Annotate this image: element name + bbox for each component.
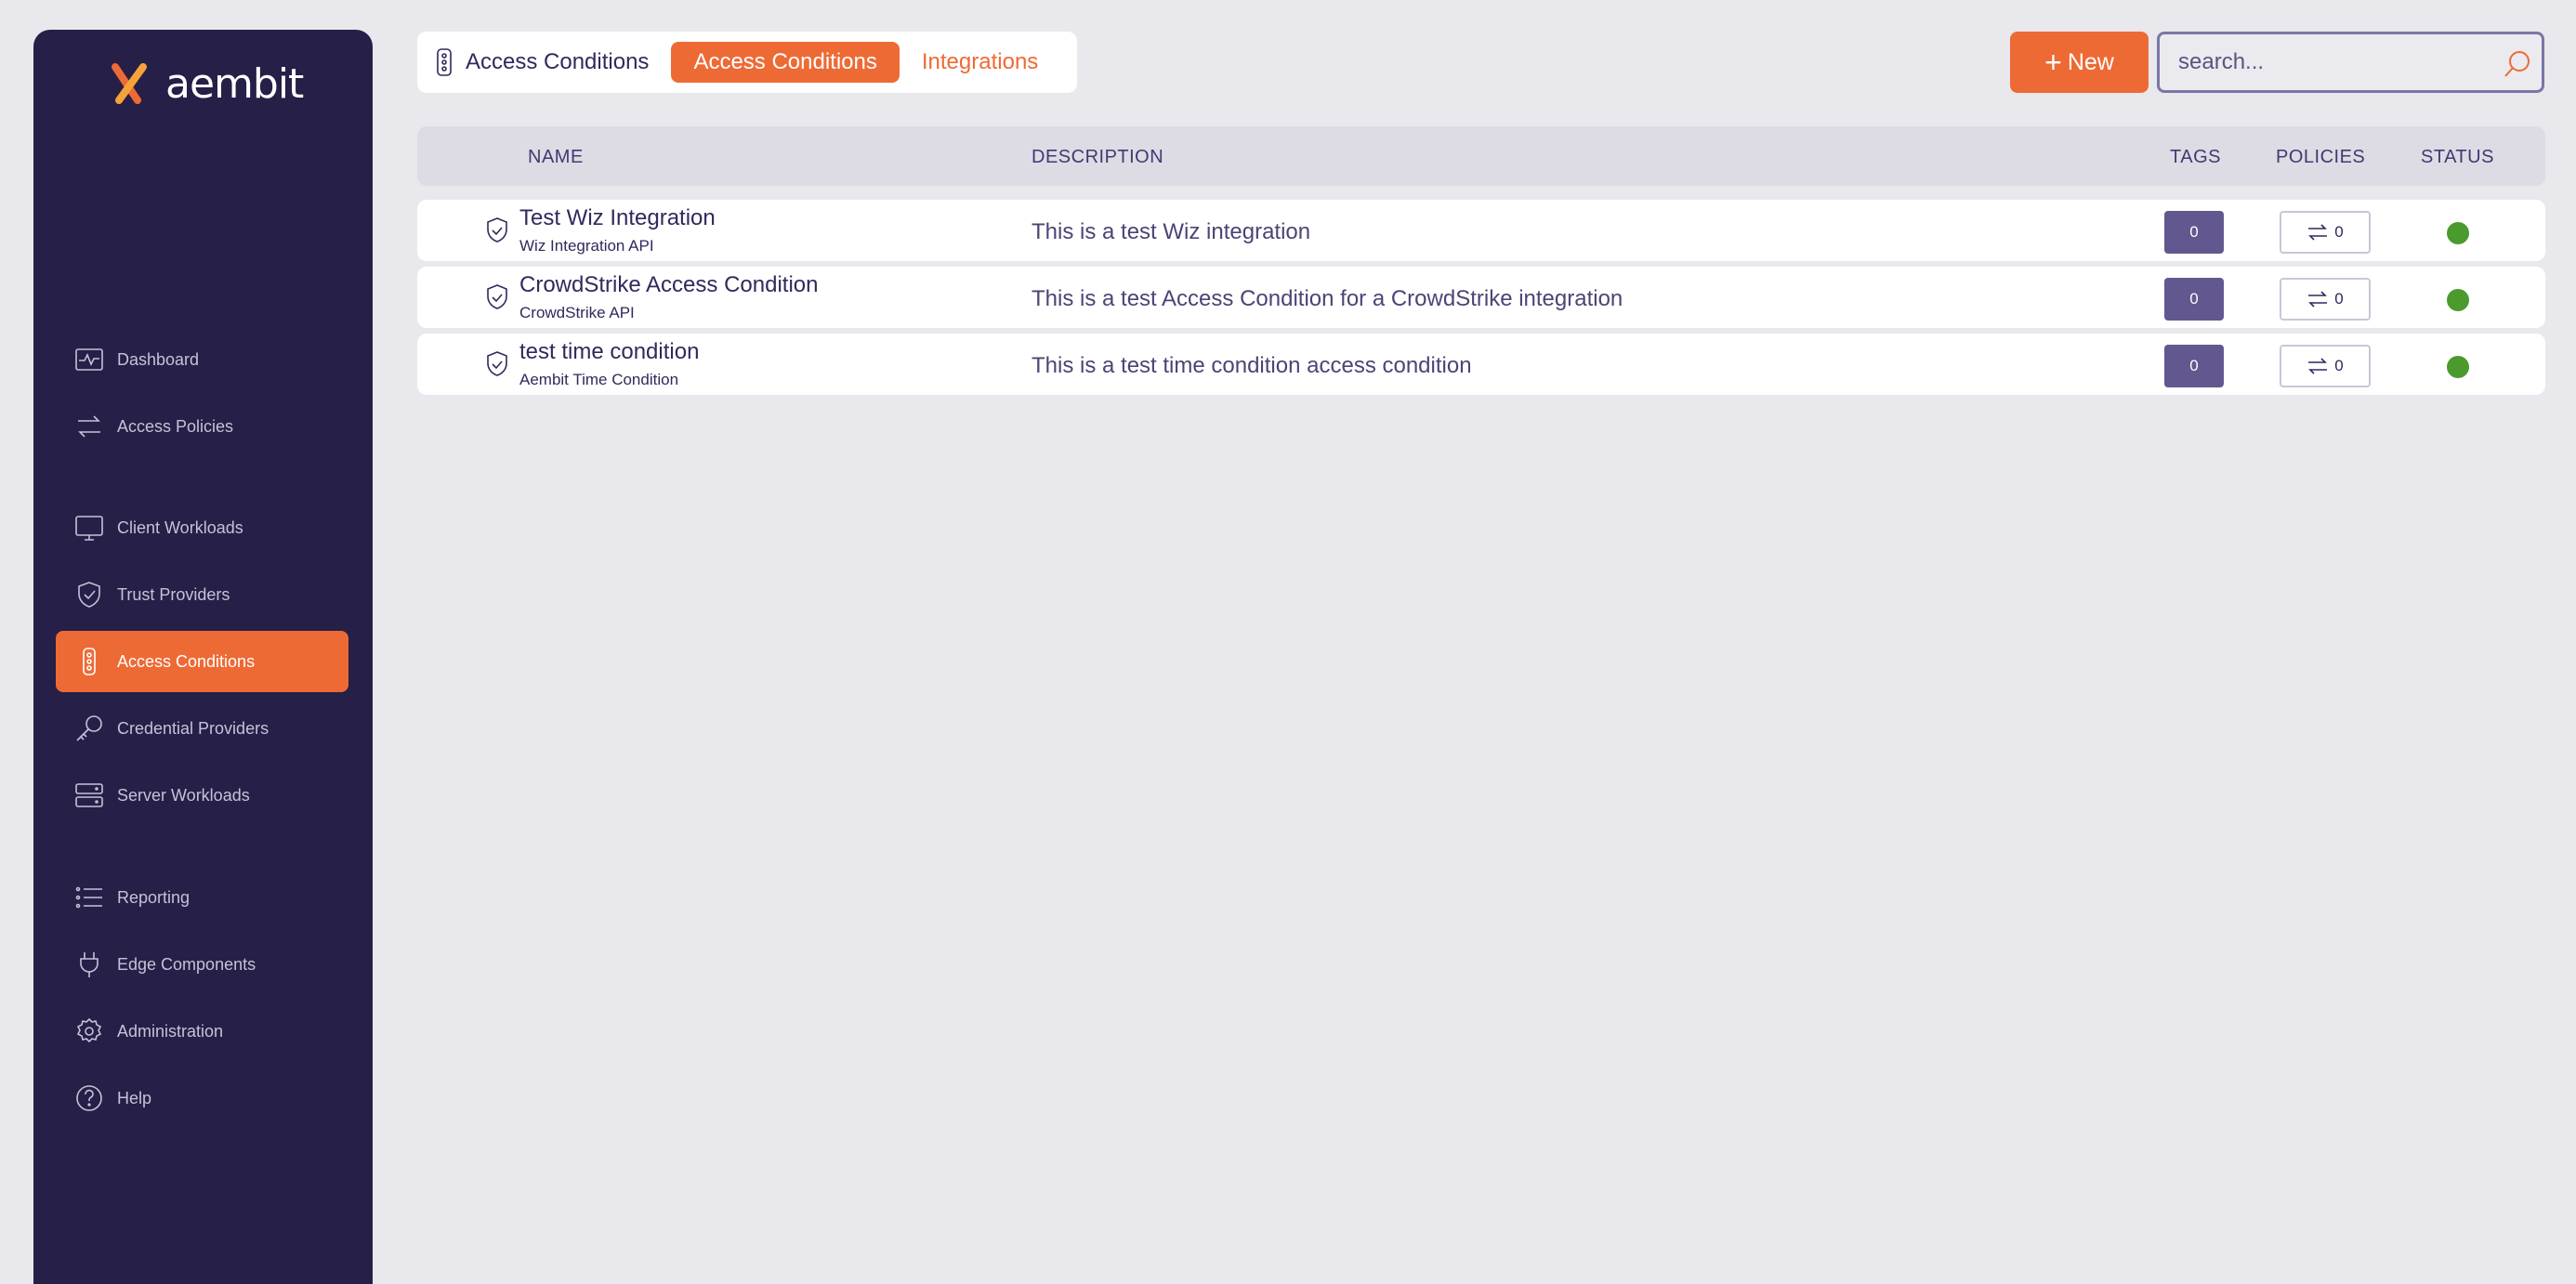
tags-count-button[interactable]: 0 (2164, 211, 2224, 254)
row-name: test time condition (519, 339, 700, 364)
arrows-swap-icon (2308, 291, 2328, 308)
column-header-description[interactable]: DESCRIPTION (1032, 147, 1163, 168)
sidebar-item-client-workloads[interactable]: Client Workloads (56, 497, 348, 558)
sidebar: aembit Dashboard Access Policies Client … (33, 30, 373, 1284)
list-icon (74, 883, 104, 912)
row-description: This is a test Wiz integration (1032, 219, 1311, 244)
row-subtitle: CrowdStrike API (519, 304, 635, 321)
status-indicator (2447, 289, 2469, 311)
tags-count-button[interactable]: 0 (2164, 345, 2224, 387)
policies-count: 0 (2334, 357, 2344, 374)
sidebar-item-label: Trust Providers (117, 584, 230, 604)
sidebar-item-dashboard[interactable]: Dashboard (56, 329, 348, 390)
plug-icon (74, 950, 104, 979)
tags-count-button[interactable]: 0 (2164, 278, 2224, 321)
shield-check-icon (74, 580, 104, 609)
sidebar-item-label: Server Workloads (117, 785, 250, 805)
sidebar-item-trust-providers[interactable]: Trust Providers (56, 564, 348, 625)
arrows-swap-icon (2308, 358, 2328, 374)
pulse-icon (74, 345, 104, 374)
sidebar-item-access-conditions[interactable]: Access Conditions (56, 631, 348, 692)
shield-check-icon (487, 351, 507, 376)
sidebar-item-help[interactable]: Help (56, 1068, 348, 1129)
page-title: Access Conditions (432, 47, 649, 77)
aembit-logo-mark-icon (112, 63, 147, 104)
policies-count-button[interactable]: 0 (2280, 211, 2371, 254)
policies-count: 0 (2334, 223, 2344, 241)
row-description: This is a test Access Condition for a Cr… (1032, 286, 1623, 311)
shield-check-icon (487, 284, 507, 309)
page-title-label: Access Conditions (466, 49, 650, 74)
monitor-icon (74, 513, 104, 543)
sidebar-item-edge-components[interactable]: Edge Components (56, 934, 348, 995)
sidebar-item-label: Reporting (117, 887, 191, 907)
sidebar-item-label: Credential Providers (117, 718, 269, 738)
sidebar-item-label: Access Conditions (117, 651, 256, 671)
table-header: NAME DESCRIPTION TAGS POLICIES STATUS (417, 126, 2545, 186)
table-row[interactable]: test time condition Aembit Time Conditio… (417, 334, 2545, 395)
traffic-light-icon (74, 647, 104, 676)
row-name: CrowdStrike Access Condition (519, 272, 819, 297)
sidebar-item-server-workloads[interactable]: Server Workloads (56, 765, 348, 826)
page-tabbar: Access Conditions Access Conditions Inte… (417, 32, 1077, 93)
arrows-swap-icon (2308, 224, 2328, 241)
gear-icon (74, 1016, 104, 1046)
row-subtitle: Aembit Time Condition (519, 371, 679, 388)
policies-count: 0 (2334, 290, 2344, 308)
sidebar-item-label: Administration (117, 1021, 224, 1041)
plus-icon: + (2044, 46, 2062, 79)
policies-count-button[interactable]: 0 (2280, 278, 2371, 321)
column-header-name[interactable]: NAME (528, 147, 584, 168)
server-icon (74, 780, 104, 810)
sidebar-item-label: Access Policies (117, 416, 234, 436)
tab-access-conditions[interactable]: Access Conditions (671, 42, 900, 83)
sidebar-item-credential-providers[interactable]: Credential Providers (56, 698, 348, 759)
row-name: Test Wiz Integration (519, 205, 716, 230)
sidebar-item-reporting[interactable]: Reporting (56, 867, 348, 928)
logo-text: aembit (165, 59, 304, 108)
search-icon[interactable] (2503, 49, 2532, 79)
table-row[interactable]: CrowdStrike Access Condition CrowdStrike… (417, 267, 2545, 328)
sidebar-item-label: Dashboard (117, 349, 200, 369)
sidebar-item-label: Help (117, 1088, 152, 1107)
sidebar-item-label: Client Workloads (117, 518, 243, 537)
key-icon (74, 714, 104, 743)
new-button-label: New (2067, 48, 2114, 75)
shield-check-icon (487, 217, 507, 242)
table-row[interactable]: Test Wiz Integration Wiz Integration API… (417, 200, 2545, 261)
sidebar-item-label: Edge Components (117, 954, 256, 974)
search-box (2157, 32, 2544, 93)
help-circle-icon (74, 1083, 104, 1113)
row-description: This is a test time condition access con… (1032, 353, 1472, 378)
sidebar-item-administration[interactable]: Administration (56, 1001, 348, 1062)
traffic-light-icon (437, 48, 452, 76)
new-button[interactable]: + New (2010, 32, 2149, 93)
status-indicator (2447, 356, 2469, 378)
policies-count-button[interactable]: 0 (2280, 345, 2371, 387)
column-header-tags[interactable]: TAGS (2170, 147, 2221, 168)
column-header-policies[interactable]: POLICIES (2276, 147, 2365, 168)
arrows-swap-icon (74, 412, 104, 441)
search-input[interactable] (2160, 49, 2476, 75)
status-indicator (2447, 222, 2469, 244)
tab-integrations[interactable]: Integrations (922, 49, 1038, 75)
aembit-logo[interactable]: aembit (110, 58, 304, 110)
row-subtitle: Wiz Integration API (519, 237, 654, 255)
column-header-status[interactable]: STATUS (2421, 147, 2494, 168)
sidebar-item-access-policies[interactable]: Access Policies (56, 396, 348, 457)
